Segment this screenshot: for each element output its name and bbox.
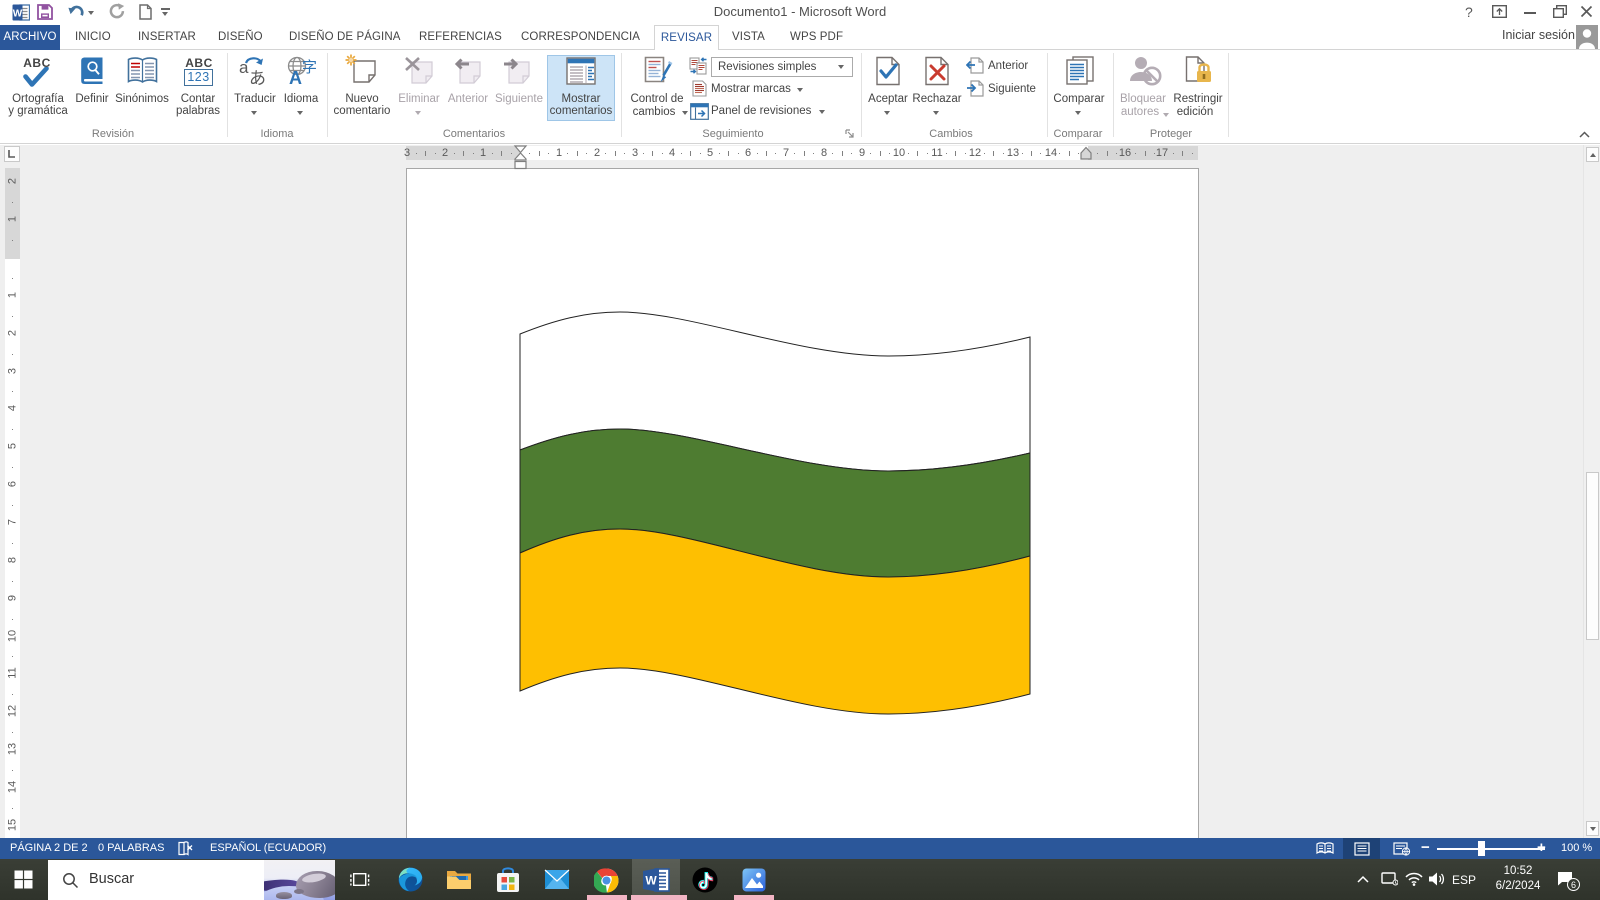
- svg-text:あ: あ: [249, 69, 266, 87]
- svg-text:W: W: [645, 874, 657, 888]
- svg-text:A: A: [289, 68, 302, 87]
- svg-text:字: 字: [302, 59, 317, 76]
- svg-text:W: W: [13, 9, 23, 20]
